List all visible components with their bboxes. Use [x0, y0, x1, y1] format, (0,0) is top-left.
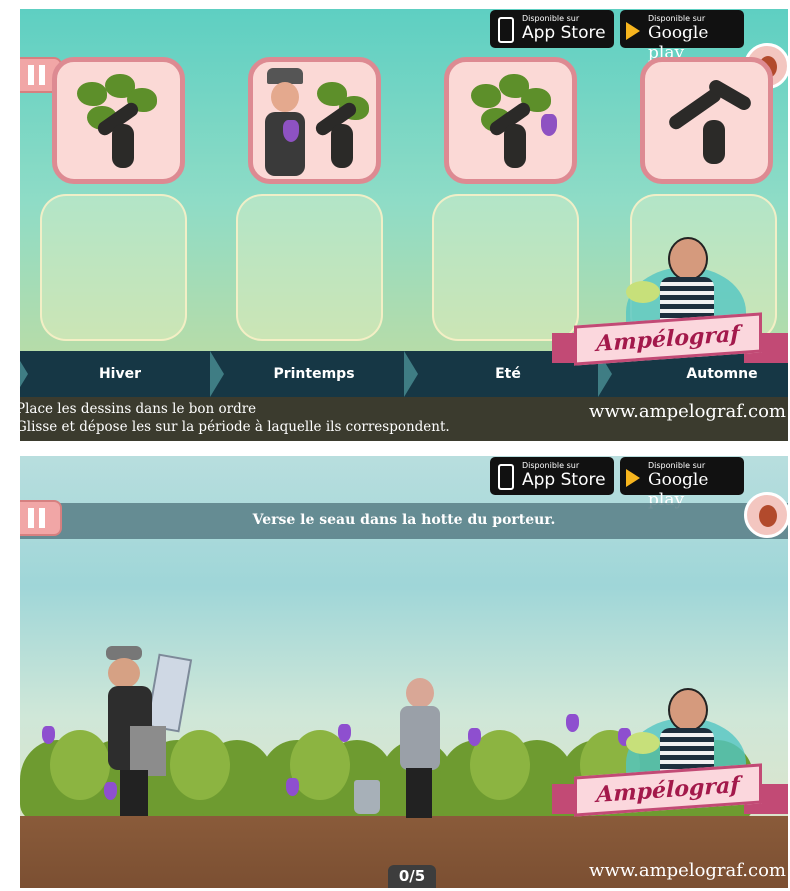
- drop-slot-spring[interactable]: [236, 194, 383, 341]
- drawing-card-3[interactable]: [444, 57, 577, 184]
- google-play-badge[interactable]: Disponible sur Google play: [620, 457, 744, 510]
- head: [668, 688, 708, 732]
- play-icon: [626, 469, 640, 487]
- drawing-card-4[interactable]: [640, 57, 773, 184]
- google-play-caption: Disponible sur: [648, 461, 706, 470]
- chev: [210, 351, 224, 397]
- ribbon: Ampélograf: [548, 312, 788, 369]
- grape-picker-character: [396, 678, 446, 820]
- band: Ampélograf: [574, 763, 762, 817]
- logo-text: Ampélograf: [596, 771, 740, 809]
- drawing-card-1[interactable]: [52, 57, 185, 184]
- season-label-spring: Printemps: [273, 366, 355, 382]
- vine-trunk: [112, 124, 134, 168]
- progress-counter: 0/5: [388, 865, 436, 888]
- ampelograf-logo: Ampélograf: [548, 688, 788, 838]
- head: [668, 237, 708, 281]
- logo-text: Ampélograf: [596, 320, 740, 358]
- vine-trunk: [504, 124, 526, 168]
- grape: [283, 120, 299, 142]
- vine-trunk: [331, 124, 353, 168]
- grape-bunch-icon[interactable]: [286, 778, 299, 796]
- vine-leafy-icon: [77, 82, 107, 106]
- grape-bunch-icon[interactable]: [42, 726, 55, 744]
- grape-bunch-icon[interactable]: [468, 728, 481, 746]
- vine-with-grapes-icon: [471, 84, 501, 108]
- instruction-footer: Place les dessins dans le bon ordre Glis…: [20, 397, 788, 441]
- phone-icon: [498, 464, 514, 490]
- google-play-caption: Disponible sur: [648, 14, 706, 23]
- ribbon: Ampélograf: [548, 763, 788, 820]
- app-store-label: App Store: [522, 23, 606, 43]
- bucket-icon[interactable]: [354, 780, 380, 814]
- legs: [406, 768, 432, 818]
- drop-slot-winter[interactable]: [40, 194, 187, 341]
- grape: [541, 114, 557, 136]
- season-label-winter: Hiver: [98, 366, 142, 382]
- harvest-game-screen: Disponible sur App Store Disponible sur …: [20, 456, 788, 888]
- grape-bunch-icon: [626, 281, 660, 303]
- apron: [130, 726, 166, 776]
- app-store-label: App Store: [522, 470, 606, 490]
- grape-bunch-icon: [626, 732, 660, 754]
- character-avatar-button[interactable]: [744, 492, 788, 538]
- avatar-face-icon: [759, 505, 777, 527]
- porter-character[interactable]: [100, 646, 200, 821]
- chev: [20, 351, 28, 397]
- phone-icon: [498, 17, 514, 43]
- drawing-card-2[interactable]: [248, 57, 381, 184]
- ampelograf-logo: Ampélograf: [548, 237, 788, 387]
- hint-text: Verse le seau dans la hotte du porteur.: [252, 512, 556, 528]
- head: [406, 678, 434, 708]
- grape-bunch-icon[interactable]: [338, 724, 351, 742]
- instruction-title: Place les dessins dans le bon ordre: [20, 401, 257, 417]
- app-store-caption: Disponible sur: [522, 461, 580, 470]
- hotte-basket-icon[interactable]: [145, 653, 193, 733]
- head: [271, 82, 299, 112]
- pause-button[interactable]: [20, 500, 62, 536]
- website-text: www.ampelograf.com: [589, 401, 786, 422]
- sorting-game-screen: Disponible sur App Store Disponible sur …: [20, 9, 788, 441]
- app-store-badge[interactable]: Disponible sur App Store: [490, 457, 614, 495]
- chev: [404, 351, 418, 397]
- app-store-badge[interactable]: Disponible sur App Store: [490, 10, 614, 48]
- hint-bar: Verse le seau dans la hotte du porteur.: [20, 503, 788, 539]
- instruction-detail: Glisse et dépose les sur la période à la…: [20, 419, 450, 435]
- band: Ampélograf: [574, 312, 762, 366]
- google-play-badge[interactable]: Disponible sur Google play: [620, 10, 744, 63]
- legs: [120, 770, 148, 816]
- app-store-caption: Disponible sur: [522, 14, 580, 23]
- body: [400, 706, 440, 770]
- vine-trunk: [703, 120, 725, 164]
- play-icon: [626, 22, 640, 40]
- website-text: www.ampelograf.com: [589, 860, 786, 881]
- head: [108, 658, 140, 688]
